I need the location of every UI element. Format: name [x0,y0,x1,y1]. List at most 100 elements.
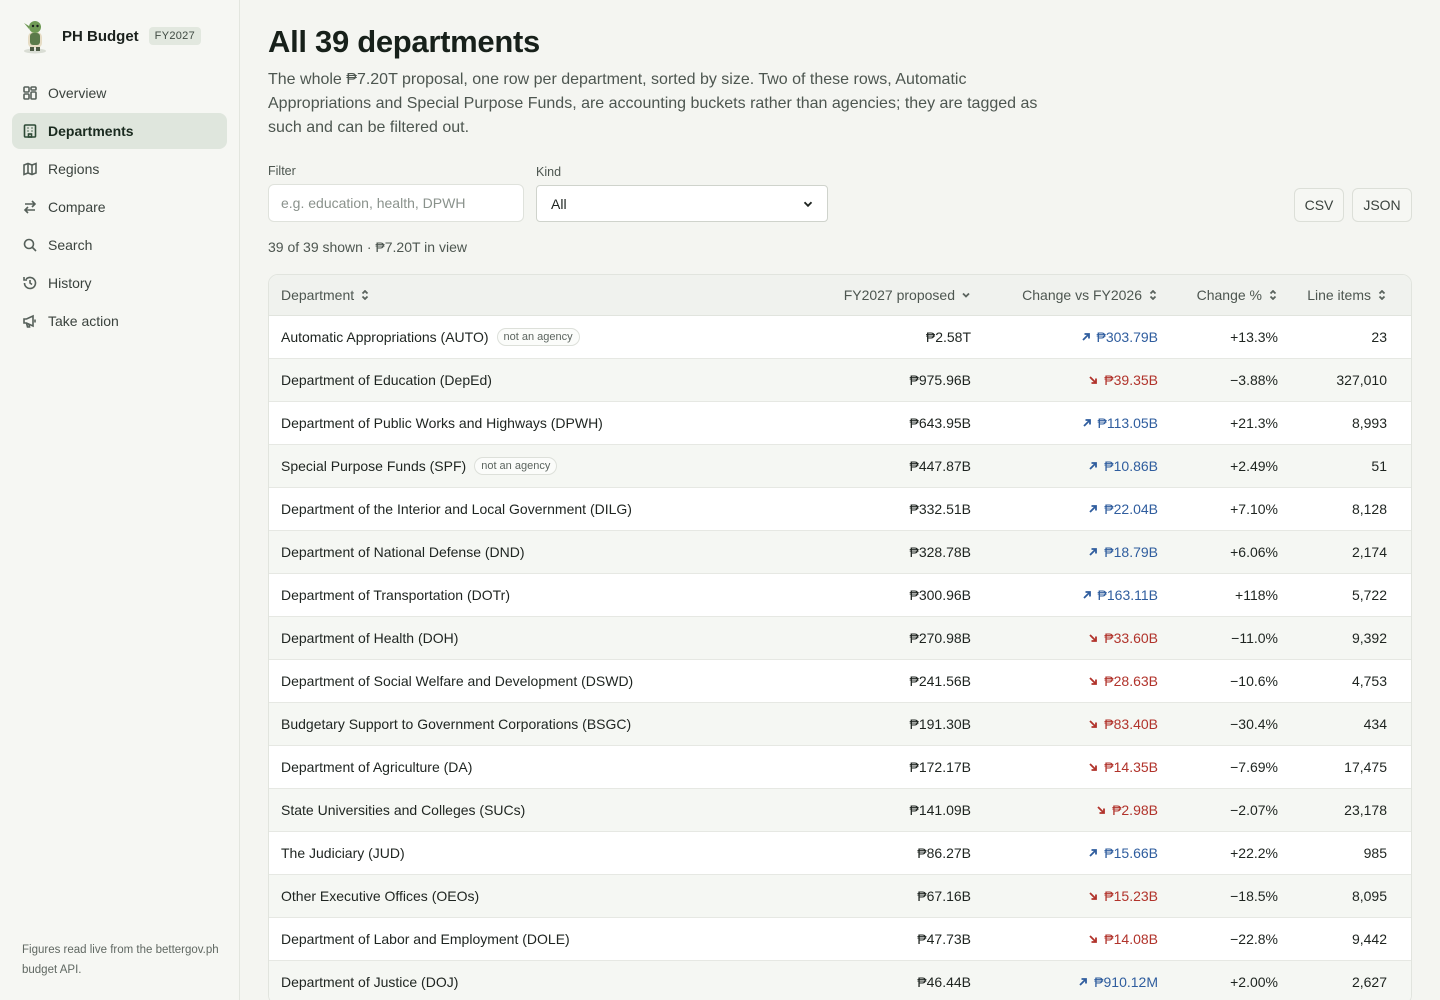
department-cell: Department of Transportation (DOTr) [269,587,829,603]
change-cell: ₱163.11B [971,587,1158,603]
json-download-button[interactable]: JSON [1352,188,1412,222]
sidebar-item-regions[interactable]: Regions [12,151,227,187]
sort-change-pct-header[interactable]: Change % [1158,275,1278,315]
change-pct-cell: −11.0% [1231,630,1278,646]
header-label: FY2027 proposed [843,287,955,303]
change-pct-cell: +6.06% [1230,544,1278,560]
change-value: ₱83.40B [1104,716,1158,732]
sort-change-header[interactable]: Change vs FY2026 [971,275,1158,315]
change-pct-cell: +2.00% [1230,974,1278,990]
sort-proposed-header[interactable]: FY2027 proposed [829,275,971,315]
sidebar-item-label: Search [48,237,93,253]
table-row[interactable]: Department of Education (DepEd) ₱975.96B ₱… [269,359,1411,402]
department-name[interactable]: Automatic Appropriations (AUTO) [281,329,489,345]
sidebar-item-label: History [48,275,92,291]
line-items-cell: 2,174 [1351,544,1387,560]
department-cell: Department of Public Works and Highways … [269,415,829,431]
change-value: ₱113.05B [1097,415,1158,431]
table-row[interactable]: State Universities and Colleges (SUCs) ₱1… [269,789,1411,832]
sidebar-item-take-action[interactable]: Take action [12,303,227,339]
departments-table: Department FY2027 proposed Change vs FY2… [268,274,1412,1000]
table-body: Automatic Appropriations (AUTO) not an ag… [269,316,1411,1000]
department-name[interactable]: Department of Labor and Employment (DOLE… [281,931,570,947]
table-row[interactable]: Department of Transportation (DOTr) ₱300.… [269,574,1411,617]
change-pct-cell: +22.2% [1230,845,1278,861]
change-value: ₱14.35B [1104,759,1158,775]
csv-download-button[interactable]: CSV [1294,188,1344,222]
table-row[interactable]: Automatic Appropriations (AUTO) not an ag… [269,316,1411,359]
change-value: ₱10.86B [1104,458,1158,474]
table-row[interactable]: Department of Justice (DOJ) ₱46.44B ₱910.1… [269,961,1411,1000]
page-title: All 39 departments [268,24,540,59]
sidebar-nav: Overview Departments Regions Compare Sea… [12,75,227,341]
sort-icon [362,290,369,300]
table-row[interactable]: Other Executive Offices (OEOs) ₱67.16B ₱15… [269,875,1411,918]
results-summary: 39 of 39 shown · ₱7.20T in view [268,239,467,255]
sort-line-items-header[interactable]: Line items [1278,275,1399,315]
change-pct-cell: −10.6% [1230,673,1278,689]
change-cell: ₱910.12M [971,974,1158,990]
department-cell: Department of Justice (DOJ) [269,974,829,990]
kind-select[interactable]: All [536,185,828,222]
arrow-down-right-icon [1089,763,1098,771]
department-name[interactable]: State Universities and Colleges (SUCs) [281,802,525,818]
department-name[interactable]: Department of Education (DepEd) [281,372,492,388]
sidebar-item-departments[interactable]: Departments [12,113,227,149]
arrow-down-right-icon [1089,376,1098,384]
table-row[interactable]: Department of Public Works and Highways … [269,402,1411,445]
department-cell: Department of Social Welfare and Develop… [269,673,829,689]
table-row[interactable]: Department of Health (DOH) ₱270.98B ₱33.60… [269,617,1411,660]
table-row[interactable]: Department of Agriculture (DA) ₱172.17B ₱1… [269,746,1411,789]
change-value: ₱163.11B [1097,587,1158,603]
table-row[interactable]: The Judiciary (JUD) ₱86.27B ₱15.66B +22.2% 9… [269,832,1411,875]
department-cell: Department of the Interior and Local Gov… [269,501,829,517]
department-name[interactable]: Department of Public Works and Highways … [281,415,603,431]
department-name[interactable]: The Judiciary (JUD) [281,845,405,861]
change-cell: ₱303.79B [971,329,1158,345]
table-row[interactable]: Department of National Defense (DND) ₱328… [269,531,1411,574]
proposed-cell: ₱328.78B [909,544,972,560]
sidebar-item-search[interactable]: Search [12,227,227,263]
department-name[interactable]: Department of National Defense (DND) [281,544,525,560]
department-cell: Department of Health (DOH) [269,630,829,646]
sidebar-item-history[interactable]: History [12,265,227,301]
line-items-cell: 51 [1371,458,1387,474]
table-row[interactable]: Department of Social Welfare and Develop… [269,660,1411,703]
proposed-cell: ₱2.58T [925,329,971,345]
change-value: ₱33.60B [1104,630,1158,646]
sidebar-item-label: Take action [48,313,119,329]
change-value: ₱28.63B [1104,673,1158,689]
department-cell: State Universities and Colleges (SUCs) [269,802,829,818]
table-row[interactable]: Department of the Interior and Local Gov… [269,488,1411,531]
filter-input[interactable] [268,184,524,222]
department-name[interactable]: Department of Agriculture (DA) [281,759,472,775]
proposed-cell: ₱447.87B [909,458,972,474]
proposed-cell: ₱241.56B [909,673,972,689]
not-agency-tag: not an agency [496,328,580,346]
sidebar: PH Budget FY2027 Overview Departments Re… [0,0,240,1000]
department-name[interactable]: Department of Justice (DOJ) [281,974,458,990]
department-name[interactable]: Department of Social Welfare and Develop… [281,673,633,689]
line-items-cell: 8,095 [1351,888,1387,904]
department-name[interactable]: Department of the Interior and Local Gov… [281,501,632,517]
department-name[interactable]: Department of Transportation (DOTr) [281,587,510,603]
line-items-cell: 985 [1363,845,1387,861]
proposed-cell: ₱270.98B [909,630,972,646]
arrow-up-right-icon [1089,849,1098,857]
change-cell: ₱14.35B [971,759,1158,775]
change-pct-cell: −30.4% [1230,716,1278,732]
table-row[interactable]: Department of Labor and Employment (DOLE… [269,918,1411,961]
table-row[interactable]: Special Purpose Funds (SPF) not an agency… [269,445,1411,488]
department-name[interactable]: Budgetary Support to Government Corporat… [281,716,631,732]
department-cell: Department of Labor and Employment (DOLE… [269,931,829,947]
brand[interactable]: PH Budget FY2027 [20,18,201,54]
sidebar-item-compare[interactable]: Compare [12,189,227,225]
department-name[interactable]: Special Purpose Funds (SPF) [281,458,466,474]
department-name[interactable]: Other Executive Offices (OEOs) [281,888,479,904]
table-row[interactable]: Budgetary Support to Government Corporat… [269,703,1411,746]
department-cell: Department of National Defense (DND) [269,544,829,560]
sidebar-item-overview[interactable]: Overview [12,75,227,111]
department-name[interactable]: Department of Health (DOH) [281,630,458,646]
arrow-up-right-icon [1082,419,1091,427]
sort-department-header[interactable]: Department [269,275,829,315]
